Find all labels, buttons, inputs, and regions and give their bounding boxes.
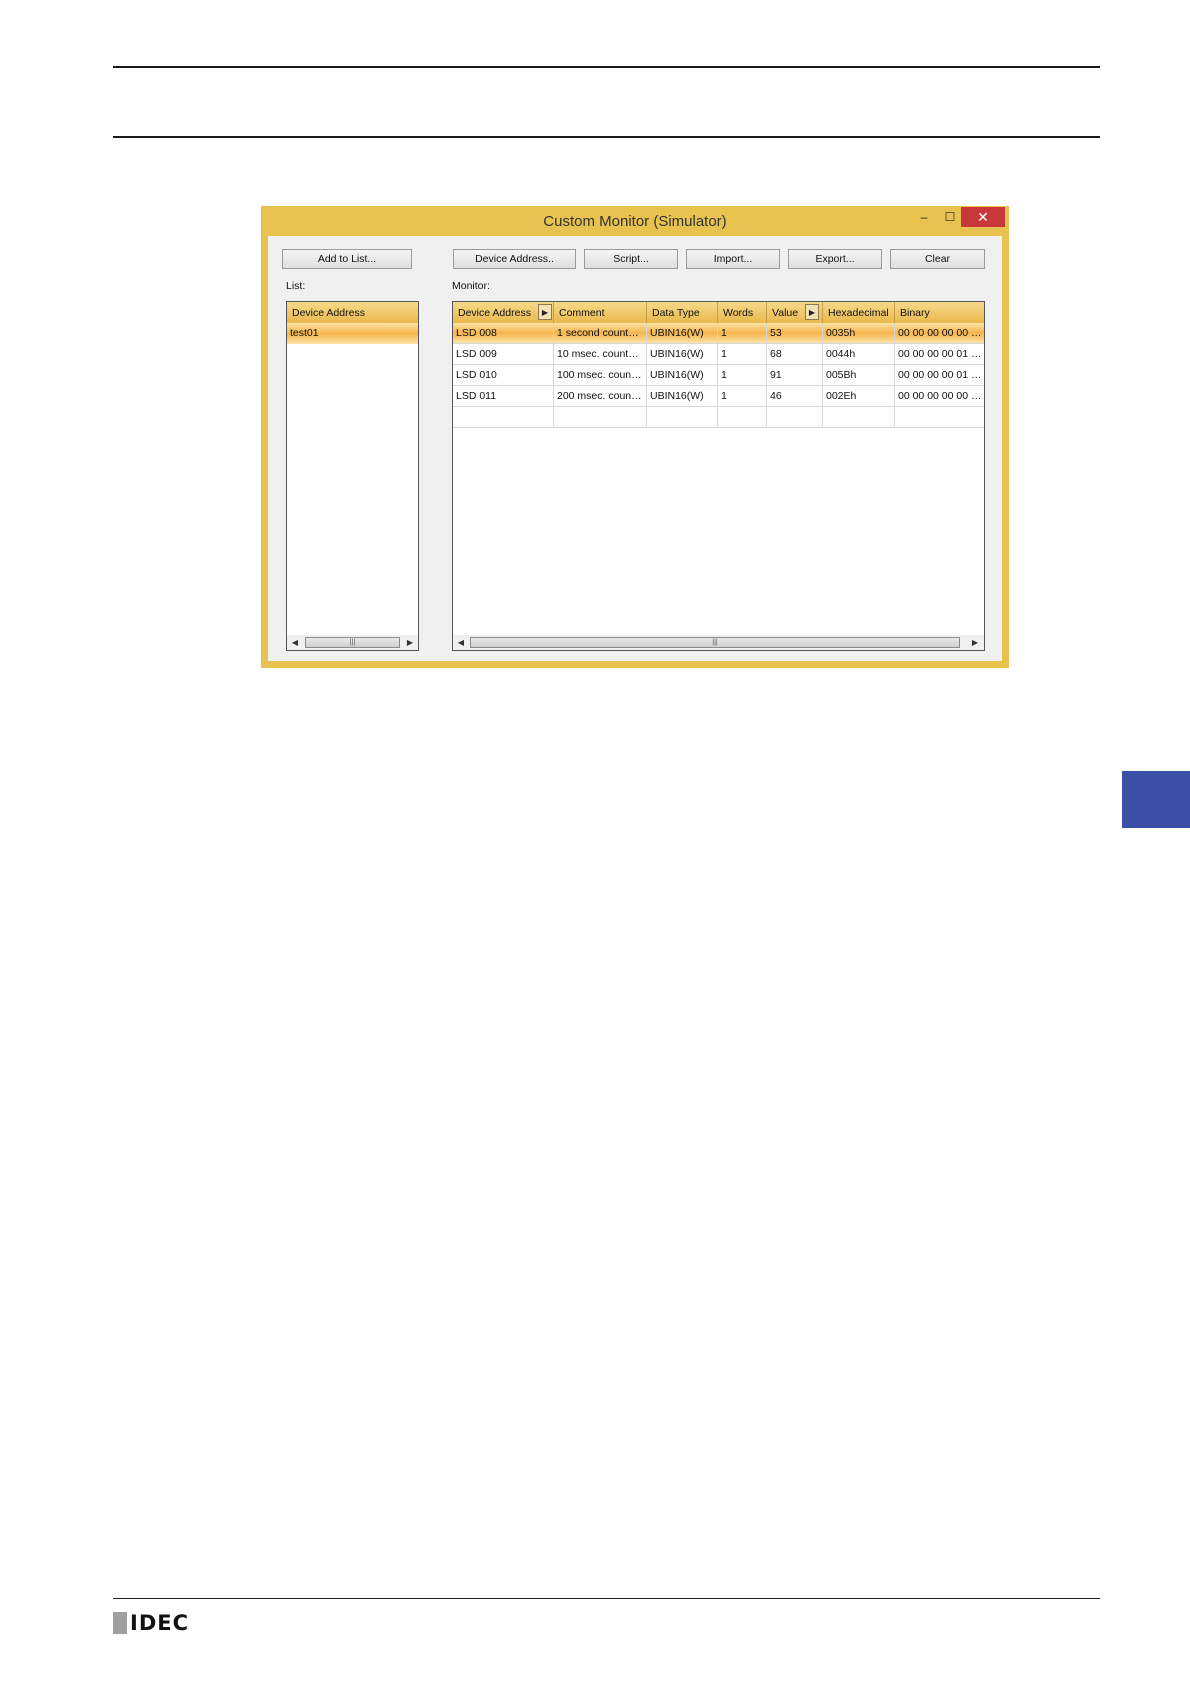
close-button[interactable]: ✕: [961, 207, 1005, 227]
logo-mark: [113, 1612, 127, 1634]
device-address-button[interactable]: Device Address..: [453, 249, 576, 269]
cell-value: 91: [767, 365, 823, 385]
list-label: List:: [286, 280, 306, 292]
list-header-device-address[interactable]: Device Address: [287, 302, 418, 323]
cell-comment: 200 msec. coun…: [554, 386, 647, 406]
sort-arrow-icon[interactable]: ▶: [805, 304, 819, 320]
custom-monitor-window: Custom Monitor (Simulator) – ☐ ✕ Add to …: [261, 206, 1009, 668]
cell-words: 1: [718, 365, 767, 385]
cell-data-type: UBIN16(W): [647, 344, 718, 364]
list-header: Device Address: [287, 302, 418, 323]
footer-rule: [113, 1598, 1100, 1599]
cell-words: 1: [718, 323, 767, 343]
table-row[interactable]: LSD 010 100 msec. coun… UBIN16(W) 1 91 005Bh 0…: [453, 365, 984, 386]
empty-cell: [823, 407, 895, 427]
clear-button[interactable]: Clear: [890, 249, 985, 269]
table-row[interactable]: LSD 011 200 msec. coun… UBIN16(W) 1 46 002Eh 0…: [453, 386, 984, 407]
table-row[interactable]: LSD 008 1 second count… UBIN16(W) 1 53 0035h 0…: [453, 323, 984, 344]
cell-words: 1: [718, 386, 767, 406]
cell-binary: 00 00 00 00 01 …: [898, 369, 982, 381]
top-rule: [113, 66, 1100, 68]
scroll-thumb[interactable]: |||: [470, 637, 960, 648]
list-item-label: test01: [290, 327, 319, 339]
col-words[interactable]: Words: [718, 302, 767, 323]
cell-device-address: LSD 010: [453, 365, 554, 385]
cell-binary: 00 00 00 00 00 …: [898, 390, 982, 402]
monitor-label: Monitor:: [452, 280, 490, 292]
script-button[interactable]: Script...: [584, 249, 678, 269]
header-rule: [113, 136, 1100, 138]
cell-hexadecimal: 0035h: [823, 323, 895, 343]
monitor-header: Device Address ▶ Comment Data Type Words…: [453, 302, 984, 323]
col-data-type[interactable]: Data Type: [647, 302, 718, 323]
import-button[interactable]: Import...: [686, 249, 780, 269]
cell-hexadecimal: 005Bh: [823, 365, 895, 385]
cell-device-address: LSD 008: [453, 323, 554, 343]
table-row-empty[interactable]: [453, 407, 984, 428]
cell-hexadecimal: 0044h: [823, 344, 895, 364]
scroll-right-arrow-icon[interactable]: ▶: [969, 637, 981, 648]
cell-value: 46: [767, 386, 823, 406]
empty-cell: [767, 407, 823, 427]
empty-cell: [453, 407, 554, 427]
cell-comment: 100 msec. coun…: [554, 365, 647, 385]
sort-arrow-icon[interactable]: ▶: [538, 304, 552, 320]
window-title: Custom Monitor (Simulator): [543, 213, 727, 230]
scroll-left-arrow-icon[interactable]: ◀: [289, 637, 301, 648]
col-hexadecimal[interactable]: Hexadecimal: [823, 302, 895, 323]
list-item[interactable]: test01: [287, 323, 418, 344]
cell-binary: 00 00 00 00 01 …: [898, 348, 982, 360]
scroll-left-arrow-icon[interactable]: ◀: [455, 637, 467, 648]
scroll-thumb[interactable]: |||: [305, 637, 400, 648]
list-panel: Device Address test01 ◀ ||| ▶: [286, 301, 419, 651]
cell-comment: 1 second count…: [554, 323, 647, 343]
col-binary[interactable]: Binary: [895, 302, 984, 323]
cell-binary: 00 00 00 00 00 …: [898, 327, 982, 339]
idec-logo: IDEC: [113, 1611, 189, 1635]
monitor-horizontal-scrollbar[interactable]: ◀ ||| ▶: [453, 635, 984, 650]
empty-cell: [718, 407, 767, 427]
empty-cell: [647, 407, 718, 427]
empty-cell: [895, 407, 984, 427]
cell-device-address: LSD 009: [453, 344, 554, 364]
cell-data-type: UBIN16(W): [647, 386, 718, 406]
empty-cell: [554, 407, 647, 427]
cell-value: 68: [767, 344, 823, 364]
logo-text: IDEC: [130, 1611, 190, 1635]
chapter-side-tab: [1122, 771, 1190, 828]
cell-comment: 10 msec. count…: [554, 344, 647, 364]
list-horizontal-scrollbar[interactable]: ◀ ||| ▶: [287, 635, 418, 650]
export-button[interactable]: Export...: [788, 249, 882, 269]
cell-hexadecimal: 002Eh: [823, 386, 895, 406]
cell-device-address: LSD 011: [453, 386, 554, 406]
title-bar: Custom Monitor (Simulator) – ☐ ✕: [261, 206, 1009, 236]
table-row[interactable]: LSD 009 10 msec. count… UBIN16(W) 1 68 0044h 0…: [453, 344, 984, 365]
cell-value: 53: [767, 323, 823, 343]
scroll-right-arrow-icon[interactable]: ▶: [404, 637, 416, 648]
window-client-area: Add to List... Device Address.. Script..…: [268, 236, 1002, 661]
col-comment[interactable]: Comment: [554, 302, 647, 323]
cell-words: 1: [718, 344, 767, 364]
monitor-panel: Device Address ▶ Comment Data Type Words…: [452, 301, 985, 651]
add-to-list-button[interactable]: Add to List...: [282, 249, 412, 269]
maximize-button[interactable]: ☐: [938, 207, 962, 227]
cell-data-type: UBIN16(W): [647, 365, 718, 385]
cell-data-type: UBIN16(W): [647, 323, 718, 343]
minimize-button[interactable]: –: [912, 207, 936, 227]
